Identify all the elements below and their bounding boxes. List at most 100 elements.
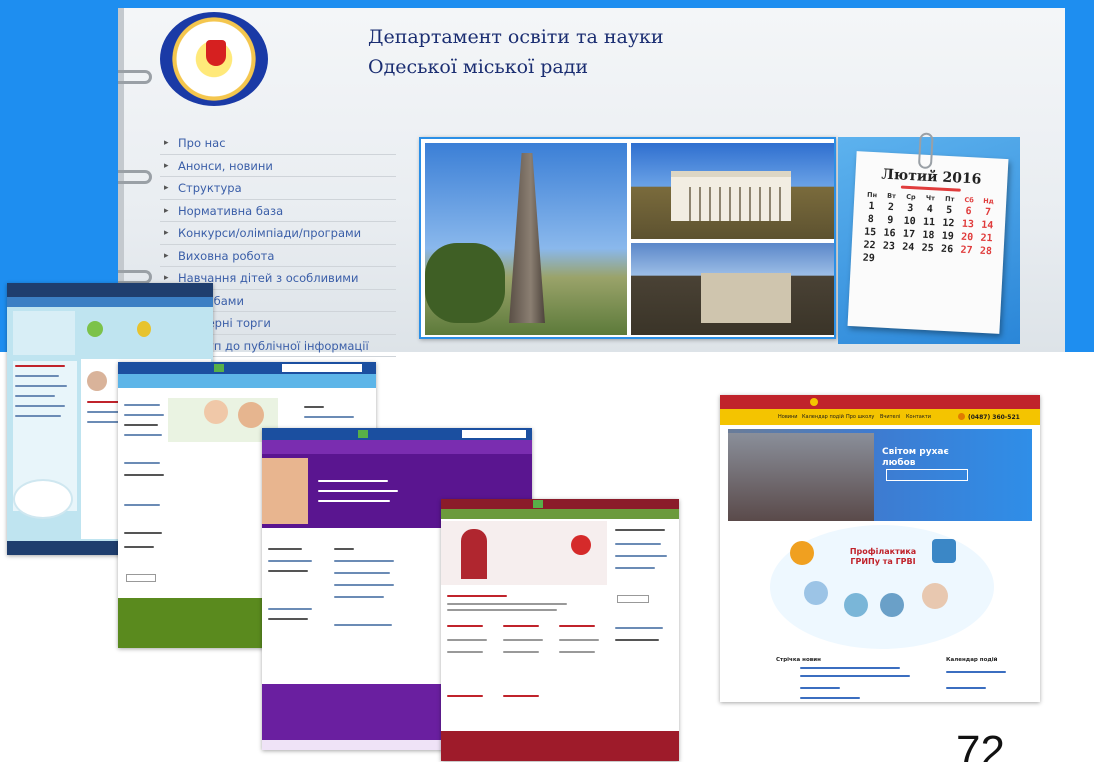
calendar-month: Лютий 2016: [881, 166, 982, 188]
site1-badge-icon: [87, 321, 103, 337]
nav-teachers[interactable]: Вчителі: [880, 414, 900, 420]
calendar-day[interactable]: 9: [880, 214, 900, 226]
nav-calendar[interactable]: Календар подій: [802, 414, 844, 420]
site3-line: [318, 490, 398, 492]
calendar-day[interactable]: 22: [859, 239, 879, 252]
more-button[interactable]: [126, 574, 156, 582]
site3-line: [334, 596, 384, 598]
school-site-red-screenshot[interactable]: [441, 499, 679, 761]
site4-line: [447, 639, 487, 641]
read-more-button[interactable]: [886, 469, 968, 481]
calendar-day[interactable]: 8: [861, 213, 881, 225]
calendar-day[interactable]: 14: [977, 220, 997, 232]
site3-line: [334, 560, 394, 562]
calendar-day[interactable]: 20: [957, 232, 977, 244]
calendar-day[interactable]: 21: [977, 233, 997, 245]
site4-line: [447, 609, 557, 611]
calendar-day[interactable]: 1: [862, 200, 882, 212]
nav-news[interactable]: Новини: [778, 414, 798, 420]
site4-line: [559, 639, 599, 641]
child-photo: [238, 402, 264, 428]
site4-topbar: [441, 499, 679, 509]
child-photo: [262, 458, 308, 524]
vitamins-icon: [790, 541, 814, 565]
calendar-day[interactable]: 13: [958, 219, 978, 231]
calendar-day[interactable]: 6: [959, 206, 979, 218]
site3-line: [334, 584, 394, 586]
school-site-yellow-screenshot[interactable]: Новини Календар подій Про школу Вчителі …: [720, 395, 1040, 702]
nav-about[interactable]: Про школу: [846, 414, 874, 420]
calendar-day[interactable]: 25: [918, 242, 938, 255]
site4-line: [503, 625, 539, 627]
site3-line: [334, 548, 354, 550]
calendar-day[interactable]: 5: [939, 205, 959, 217]
site-footer: [441, 731, 679, 761]
site4-line: [447, 595, 507, 597]
site2-line: [304, 406, 324, 408]
calendar-day[interactable]: 27: [956, 245, 976, 257]
photo-obelisk: [509, 153, 545, 323]
menu-item-upbringing[interactable]: Виховна робота: [160, 245, 396, 267]
calendar-sheet: Лютий 2016 Пн Вт Ср Чт Пт Сб Нд 1 2 3 4 5 6 7 8 9 10 11 12…: [847, 132, 1009, 334]
site1-line: [15, 395, 55, 397]
calendar-day[interactable]: 2: [881, 202, 901, 214]
logo-icon: [533, 500, 543, 508]
search-input[interactable]: [282, 364, 362, 372]
calendar-day[interactable]: 24: [898, 241, 918, 254]
calendar-day-name: Вт: [886, 191, 897, 201]
flu-prevention-line2: ГРИПу та ГРВІ: [850, 557, 916, 566]
site3-line: [268, 570, 308, 572]
calendar-day[interactable]: 4: [920, 204, 940, 216]
calendar-day[interactable]: 15: [860, 226, 880, 239]
vaccination-icon: [932, 539, 956, 563]
menu-item-news[interactable]: Анонси, новини: [160, 155, 396, 177]
site5-topbar: [720, 395, 1040, 409]
news-heading: Стрічка новин: [776, 657, 821, 663]
calendar-day[interactable]: 10: [900, 216, 920, 228]
nav-contacts[interactable]: Контакти: [906, 414, 931, 420]
calendar-day[interactable]: 26: [937, 244, 957, 256]
site3-line: [268, 608, 312, 610]
menu-item-contests[interactable]: Конкурси/олімпіади/програми: [160, 222, 396, 245]
site4-line: [447, 695, 483, 697]
calendar-widget: Лютий 2016 Пн Вт Ср Чт Пт Сб Нд 1 2 3 4 5 6 7 8 9 10 11 12…: [838, 132, 1020, 344]
handwash-icon: [844, 593, 868, 617]
palace-photo: [631, 143, 834, 239]
calendar-day[interactable]: 16: [880, 227, 900, 240]
site3-line: [268, 618, 308, 620]
menu-item-regulations[interactable]: Нормативна база: [160, 200, 396, 222]
more-button[interactable]: [617, 595, 649, 603]
site2-line: [124, 504, 160, 506]
calendar-grid: Пн Вт Ср Чт Пт Сб Нд 1 2 3 4 5 6 7 8 9 10 11 12 13 14 15 16 17 1…: [859, 191, 999, 271]
avatar: [87, 371, 107, 391]
menu-item-about[interactable]: Про нас: [160, 132, 396, 155]
site4-line: [615, 567, 655, 569]
site1-header-block: [13, 311, 75, 355]
slide: Департамент освіти та науки Одеської міс…: [0, 0, 1094, 762]
menu-item-structure[interactable]: Структура: [160, 177, 396, 200]
site4-line: [447, 651, 483, 653]
calendar-day[interactable]: 7: [978, 207, 998, 219]
calendar-day[interactable]: 19: [938, 231, 958, 243]
site4-line: [615, 543, 661, 545]
department-logo[interactable]: [160, 12, 268, 106]
calendar-day[interactable]: 11: [919, 217, 939, 229]
calendar-day-name: Нд: [982, 196, 995, 206]
site5-line: [946, 687, 986, 689]
org-title-line1: Департамент освіти та науки: [368, 26, 664, 48]
hero-slogan-line2: любов: [882, 458, 916, 468]
calendar-day[interactable]: 29: [859, 252, 879, 265]
org-title: Департамент освіти та науки Одеської міс…: [368, 22, 788, 82]
site2-line: [124, 462, 160, 464]
search-input[interactable]: [462, 430, 526, 438]
calendar-day[interactable]: 12: [938, 218, 958, 230]
site2-line: [124, 424, 158, 426]
calendar-day: [936, 256, 956, 268]
coat-of-arms-icon: [206, 40, 226, 66]
calendar-day[interactable]: 17: [899, 228, 919, 241]
calendar-day[interactable]: 28: [976, 246, 996, 258]
calendar-day[interactable]: 3: [900, 203, 920, 215]
calendar-day[interactable]: 18: [918, 230, 938, 242]
calendar-day[interactable]: 23: [879, 240, 899, 253]
ring-icon: [118, 170, 152, 184]
